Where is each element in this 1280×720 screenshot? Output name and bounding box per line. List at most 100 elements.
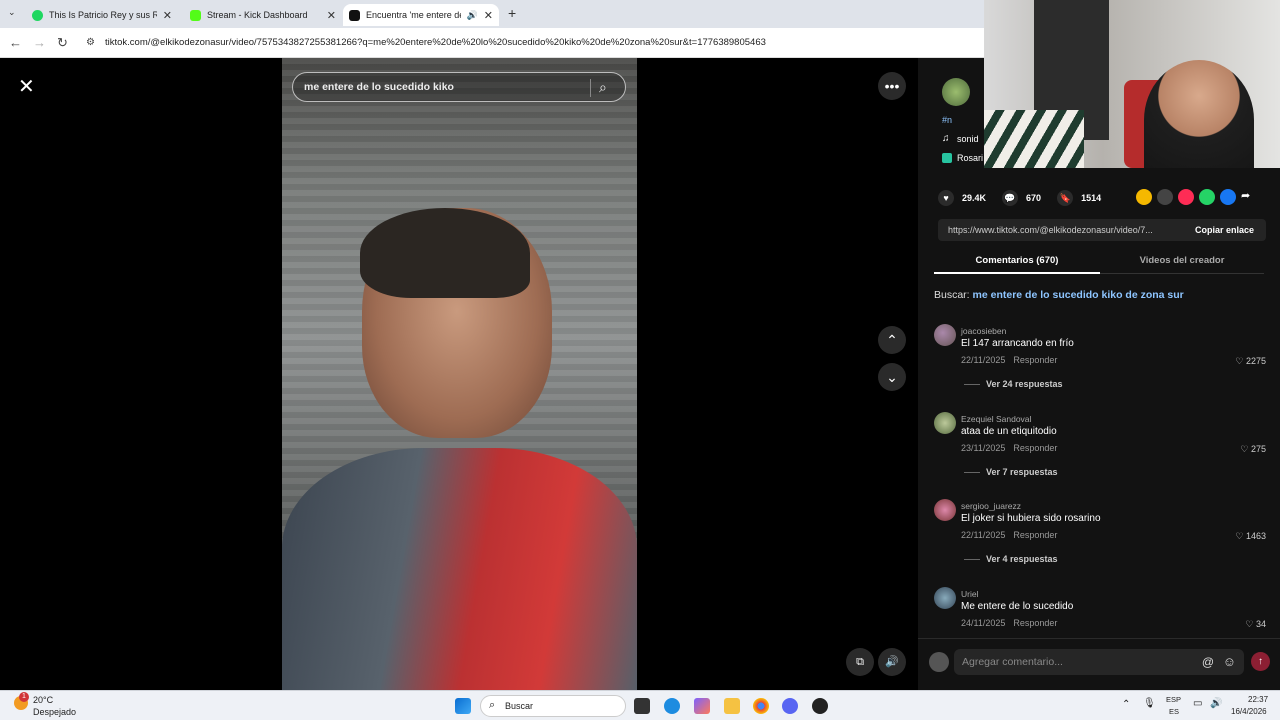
discord-icon[interactable]	[782, 698, 798, 714]
tray-chevron-icon[interactable]: ⌃	[1122, 699, 1130, 710]
next-video-button[interactable]: ⌄	[878, 363, 906, 391]
site-info-icon[interactable]: ⚙	[86, 37, 95, 48]
webcam-overlay	[984, 0, 1280, 168]
comment-icon[interactable]: 💬	[1002, 190, 1019, 206]
comment-avatar[interactable]	[934, 499, 956, 521]
previous-video-button[interactable]: ⌃	[878, 326, 906, 354]
new-tab-icon[interactable]: +	[508, 5, 516, 21]
video-search-bar[interactable]: me entere de lo sucedido kiko ⌕	[292, 72, 626, 102]
embed-icon[interactable]	[1157, 189, 1173, 205]
copilot-icon[interactable]	[694, 698, 710, 714]
comment-like-count: 275	[1250, 444, 1266, 454]
like-count: 29.4K	[962, 193, 987, 203]
video-link-box: https://www.tiktok.com/@elkikodezonasur/…	[938, 219, 1266, 241]
url-text[interactable]: tiktok.com/@elkikodezonasur/video/757534…	[105, 37, 766, 48]
search-icon[interactable]: ⌕	[599, 79, 607, 96]
speaker-icon[interactable]: 🔊	[1210, 698, 1222, 709]
comment-avatar[interactable]	[934, 587, 956, 609]
comment-like-count: 34	[1255, 619, 1266, 629]
forward-icon[interactable]: →	[33, 35, 46, 50]
chrome-icon[interactable]	[753, 698, 769, 714]
share-arrow-icon[interactable]: ➦	[1241, 189, 1257, 205]
tab-comments[interactable]: Comentarios (670)	[934, 255, 1100, 274]
send-comment-button[interactable]: ↑	[1251, 652, 1270, 671]
comment-avatar[interactable]	[934, 412, 956, 434]
comment-likes[interactable]: ♡ 275	[1240, 444, 1266, 455]
task-view-icon[interactable]	[634, 698, 650, 714]
language-top[interactable]: ESP	[1166, 695, 1181, 704]
edge-icon[interactable]	[664, 698, 680, 714]
reply-button[interactable]: Responder	[1013, 355, 1057, 365]
sound-text[interactable]: sonid	[957, 134, 979, 144]
comment-date: 22/11/2025	[961, 355, 1006, 365]
more-options-icon[interactable]: •••	[878, 72, 906, 100]
comment-likes[interactable]: ♡ 2275	[1235, 356, 1266, 367]
comment-input[interactable]: Agregar comentario... @ ☺	[954, 649, 1244, 675]
file-explorer-icon[interactable]	[724, 698, 740, 714]
tab-tiktok[interactable]: Encuentra 'me entere de lo 🔊 ✕	[343, 4, 499, 26]
start-icon[interactable]	[455, 698, 471, 714]
mention-icon[interactable]: @	[1202, 655, 1214, 669]
comment-composer: Agregar comentario... @ ☺ ↑	[918, 638, 1280, 690]
creator-avatar[interactable]	[942, 78, 970, 106]
close-tab-icon[interactable]: ✕	[163, 9, 172, 22]
repost-icon[interactable]	[1178, 189, 1194, 205]
comment-username[interactable]: joacosieben	[961, 326, 1006, 336]
bookmark-icon[interactable]: 🔖	[1057, 190, 1074, 206]
tab-kick[interactable]: Stream - Kick Dashboard ✕	[184, 4, 342, 26]
view-replies-button[interactable]: Ver 24 respuestas	[964, 379, 1063, 389]
weather-temp[interactable]: 20°C	[33, 695, 53, 705]
video-link[interactable]: https://www.tiktok.com/@elkikodezonasur/…	[948, 225, 1153, 235]
view-replies-button[interactable]: Ver 7 respuestas	[964, 467, 1058, 477]
copy-link-button[interactable]: Copiar enlace	[1195, 225, 1254, 235]
tab-creator-videos[interactable]: Videos del creador	[1100, 255, 1264, 266]
close-tab-icon[interactable]: ✕	[484, 9, 493, 22]
facebook-icon[interactable]	[1220, 189, 1236, 205]
reply-button[interactable]: Responder	[1013, 443, 1057, 453]
comment-username[interactable]: sergioo_juarezz	[961, 501, 1021, 511]
close-tab-icon[interactable]: ✕	[327, 9, 336, 22]
comment-date: 22/11/2025	[961, 530, 1006, 540]
search-suggestion[interactable]: Buscar: me entere de lo sucedido kiko de…	[934, 289, 1184, 301]
search-suggestion-term[interactable]: me entere de lo sucedido kiko de zona su…	[973, 289, 1184, 301]
location-text[interactable]: Rosari	[957, 153, 983, 163]
obs-icon[interactable]	[812, 698, 828, 714]
network-icon[interactable]: ▭	[1193, 698, 1202, 709]
tab-title: Stream - Kick Dashboard	[207, 10, 308, 20]
tab-list-dropdown-icon[interactable]: ⌄	[8, 7, 16, 18]
webcam-blanket	[984, 110, 1084, 168]
coin-share-icon[interactable]	[1136, 189, 1152, 205]
floating-player-icon[interactable]: ⧉	[846, 648, 874, 676]
reload-icon[interactable]: ↻	[57, 35, 68, 51]
reply-button[interactable]: Responder	[1013, 618, 1057, 628]
notification-badge: 1	[19, 692, 29, 702]
location-icon	[942, 153, 952, 163]
volume-icon[interactable]: 🔊	[878, 648, 906, 676]
back-icon[interactable]: ←	[9, 35, 22, 50]
comment-date: 24/11/2025	[961, 618, 1006, 628]
speaker-icon[interactable]: 🔊	[467, 10, 478, 21]
taskbar-search[interactable]: ⌕ Buscar	[480, 695, 626, 717]
taskbar-search-label: Buscar	[505, 701, 534, 711]
spotify-icon	[32, 9, 43, 21]
comment-item: joacosieben El 147 arrancando en frío 22…	[934, 324, 1274, 404]
panel-tabs: Comentarios (670) Videos del creador	[934, 248, 1264, 274]
video-player[interactable]	[282, 58, 637, 690]
microphone-icon[interactable]: 🎙	[1143, 698, 1156, 709]
like-icon[interactable]: ♥	[938, 190, 954, 206]
comment-avatar[interactable]	[934, 324, 956, 346]
tab-spotify[interactable]: This Is Patricio Rey y sus Redon ✕	[26, 4, 178, 26]
comment-username[interactable]: Uriel	[961, 589, 978, 599]
comment-item: sergioo_juarezz El joker si hubiera sido…	[934, 499, 1274, 579]
video-subject-jacket	[282, 448, 637, 690]
whatsapp-icon[interactable]	[1199, 189, 1215, 205]
close-video-icon[interactable]: ✕	[18, 74, 35, 99]
reply-button[interactable]: Responder	[1013, 530, 1057, 540]
comment-username[interactable]: Ezequiel Sandoval	[961, 414, 1031, 424]
clock-time[interactable]: 22:37	[1248, 695, 1268, 704]
comment-likes[interactable]: ♡ 34	[1245, 619, 1266, 630]
creator-hashtag[interactable]: #n	[942, 115, 952, 125]
view-replies-button[interactable]: Ver 4 respuestas	[964, 554, 1058, 564]
emoji-icon[interactable]: ☺	[1223, 654, 1236, 669]
comment-likes[interactable]: ♡ 1463	[1235, 531, 1266, 542]
